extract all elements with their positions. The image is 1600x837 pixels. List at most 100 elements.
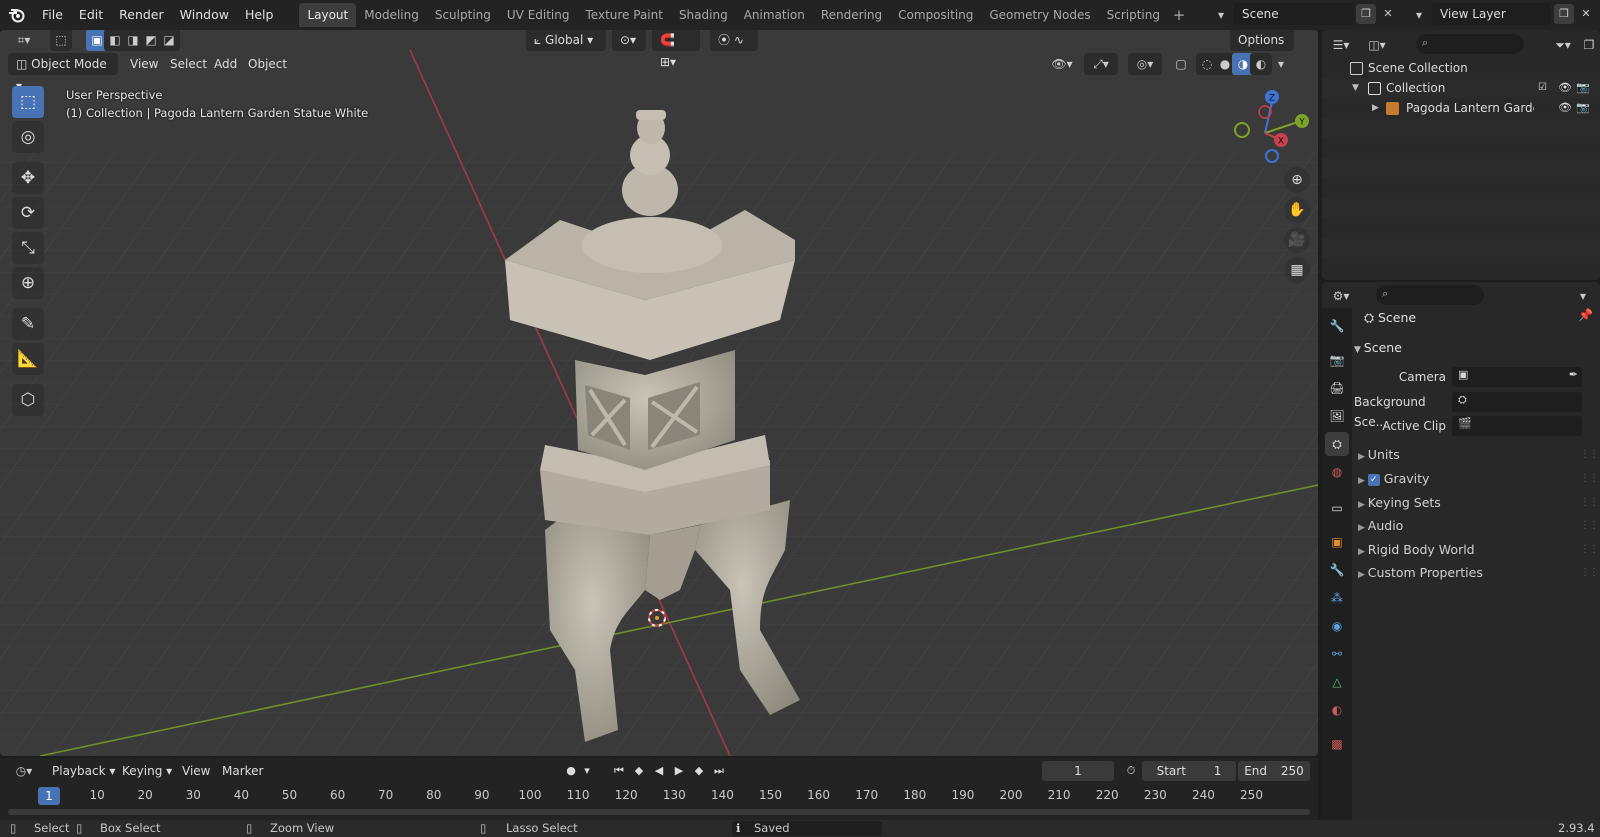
select-intersect-icon[interactable]: ◪: [158, 30, 180, 51]
delete-scene-icon[interactable]: ✕: [1378, 4, 1398, 24]
preview-range-icon[interactable]: ⏱: [1122, 762, 1140, 780]
expand-arrow-icon[interactable]: ▶: [1372, 98, 1379, 118]
transform-tool-icon[interactable]: ⊕: [12, 267, 44, 299]
tab-compositing[interactable]: Compositing: [890, 3, 981, 27]
outliner-editor-type-icon[interactable]: ☰▾: [1326, 34, 1356, 56]
particles-tab-icon[interactable]: ⁂: [1325, 586, 1349, 610]
view-layer-browse-icon[interactable]: ▾: [1404, 4, 1434, 26]
jump-end-icon[interactable]: ⏭: [710, 762, 728, 780]
cursor-tool-icon[interactable]: ◎: [12, 121, 44, 153]
menu-help[interactable]: Help: [237, 4, 282, 26]
rotate-tool-icon[interactable]: ⟳: [12, 197, 44, 229]
tab-modeling[interactable]: Modeling: [356, 3, 427, 27]
timeline-scrollbar[interactable]: [8, 809, 1310, 815]
scene-panel-header[interactable]: ▼ Scene: [1354, 338, 1402, 358]
texture-tab-icon[interactable]: ▩: [1325, 732, 1349, 756]
view-layer-selector[interactable]: View Layer: [1432, 3, 1550, 25]
add-cube-tool-icon[interactable]: ⬡: [12, 384, 44, 416]
units-panel[interactable]: ▶ Units ⋮⋮⋮: [1358, 444, 1600, 466]
camera-view-icon[interactable]: 🎥: [1284, 227, 1310, 253]
drag-handle-icon[interactable]: ⋮⋮⋮: [1580, 444, 1600, 466]
tab-layout[interactable]: Layout: [299, 3, 357, 27]
pivot-point-dropdown[interactable]: ⊙▾: [612, 30, 646, 51]
add-workspace-icon[interactable]: +: [1168, 6, 1190, 24]
exclude-checkbox-icon[interactable]: ☑: [1538, 78, 1547, 98]
end-frame-field[interactable]: End 250: [1238, 761, 1310, 781]
output-tab-icon[interactable]: 🖨: [1325, 376, 1349, 400]
menu-view[interactable]: View: [122, 53, 166, 75]
annotate-tool-icon[interactable]: ✎: [12, 308, 44, 340]
physics-tab-icon[interactable]: ◉: [1325, 614, 1349, 638]
display-mode-icon[interactable]: ◫▾: [1362, 34, 1392, 56]
keying-set-dropdown-icon[interactable]: ▾: [578, 762, 596, 780]
keying-sets-panel[interactable]: ▶ Keying Sets ⋮⋮⋮: [1358, 492, 1600, 514]
transform-orientation-dropdown[interactable]: ⟀ Global ▾: [526, 30, 606, 51]
tab-scripting[interactable]: Scripting: [1099, 3, 1168, 27]
jump-start-icon[interactable]: ⏮: [610, 762, 628, 780]
properties-options-icon[interactable]: ▾: [1572, 285, 1594, 307]
tab-sculpting[interactable]: Sculpting: [427, 3, 499, 27]
background-scene-field[interactable]: ⛭: [1452, 392, 1582, 412]
start-frame-field[interactable]: Start 1: [1142, 761, 1236, 781]
render-tab-icon[interactable]: 📷: [1325, 348, 1349, 372]
menu-object[interactable]: Object: [240, 53, 295, 75]
tab-uv-editing[interactable]: UV Editing: [499, 3, 578, 27]
visibility-eye-icon[interactable]: 👁: [1558, 78, 1572, 98]
menu-edit[interactable]: Edit: [71, 4, 111, 26]
menu-keying[interactable]: Keying ▾: [122, 761, 172, 781]
object-mode-dropdown[interactable]: ◫ Object Mode ▾: [8, 53, 118, 93]
pin-icon[interactable]: 📌: [1578, 308, 1593, 322]
snap-toggle[interactable]: 🧲 ⊞▾: [652, 30, 700, 69]
scene-browse-icon[interactable]: ▾: [1206, 4, 1236, 26]
play-reverse-icon[interactable]: ◀: [650, 762, 668, 780]
tab-texture-paint[interactable]: Texture Paint: [578, 3, 671, 27]
tab-geometry-nodes[interactable]: Geometry Nodes: [981, 3, 1098, 27]
custom-properties-panel[interactable]: ▶ Custom Properties ⋮⋮⋮: [1358, 562, 1600, 584]
data-tab-icon[interactable]: △: [1325, 670, 1349, 694]
drag-handle-icon[interactable]: ⋮⋮⋮: [1580, 492, 1600, 514]
view-layer-tab-icon[interactable]: 🖼: [1325, 404, 1349, 428]
gizmo-toggle-icon[interactable]: ⤢▾: [1084, 53, 1118, 75]
menu-timeline-view[interactable]: View: [182, 761, 210, 781]
select-cursor-icon[interactable]: ⬚: [50, 30, 72, 51]
navigation-gizmo[interactable]: Z Y X: [1225, 88, 1315, 178]
orthographic-toggle-icon[interactable]: ▦: [1284, 257, 1310, 283]
render-camera-icon[interactable]: 📷: [1576, 78, 1590, 98]
menu-marker[interactable]: Marker: [222, 761, 263, 781]
outliner-search-input[interactable]: ⌕: [1416, 34, 1524, 54]
measure-tool-icon[interactable]: 📐: [12, 343, 44, 375]
outliner-row-collection[interactable]: ▼ Collection ☑ 👁 📷: [1322, 78, 1600, 98]
new-collection-icon[interactable]: ❐: [1578, 34, 1600, 56]
properties-search-input[interactable]: ⌕: [1376, 285, 1484, 305]
scene-tab-icon[interactable]: ⛭: [1325, 432, 1349, 456]
duplicate-view-layer-icon[interactable]: ❐: [1554, 4, 1574, 24]
timeline-ruler[interactable]: 1 10 20 30 40 50 60 70 80 90 100 110 120 130 140 150 16…: [8, 785, 1310, 807]
outliner-row-object[interactable]: ▶ Pagoda Lantern Garden S 👁 📷: [1322, 98, 1600, 118]
scale-tool-icon[interactable]: ⤡: [12, 232, 44, 264]
blender-logo-icon[interactable]: [0, 0, 34, 30]
3d-viewport[interactable]: ⌗▾ ⬚ ▣ ◧ ◨ ◩ ◪ ⟀ Global ▾ ⊙▾ 🧲 ⊞▾ ⦿ ∿ Op…: [0, 30, 1318, 756]
gravity-panel[interactable]: ▶ ✓Gravity ⋮⋮⋮: [1358, 468, 1600, 490]
gravity-checkbox[interactable]: ✓: [1367, 473, 1380, 486]
collapse-arrow-icon[interactable]: ▼: [1352, 78, 1359, 98]
xray-toggle-icon[interactable]: ▢: [1170, 53, 1192, 75]
object-render-camera-icon[interactable]: 📷: [1576, 98, 1590, 118]
rigid-body-world-panel[interactable]: ▶ Rigid Body World ⋮⋮⋮: [1358, 539, 1600, 561]
current-frame-field[interactable]: 1: [1042, 761, 1114, 781]
overlay-toggle-icon[interactable]: ◎▾: [1128, 53, 1162, 75]
modifiers-tab-icon[interactable]: 🔧: [1325, 558, 1349, 582]
options-dropdown[interactable]: Options ▾: [1230, 30, 1294, 69]
object-visibility-eye-icon[interactable]: 👁: [1558, 98, 1572, 118]
prev-keyframe-icon[interactable]: ◆: [630, 762, 648, 780]
outliner-row-scene-collection[interactable]: Scene Collection: [1322, 58, 1600, 78]
menu-render[interactable]: Render: [111, 4, 172, 26]
active-clip-field[interactable]: 🎬: [1452, 416, 1582, 436]
menu-file[interactable]: File: [34, 4, 71, 26]
tool-tab-icon[interactable]: 🔧: [1325, 314, 1349, 338]
duplicate-scene-icon[interactable]: ❐: [1356, 4, 1376, 24]
drag-handle-icon[interactable]: ⋮⋮⋮: [1580, 562, 1600, 584]
pan-view-icon[interactable]: ✋: [1284, 197, 1310, 223]
eyedropper-icon[interactable]: ✒: [1569, 368, 1578, 381]
shading-options-icon[interactable]: ▾: [1270, 53, 1292, 75]
delete-view-layer-icon[interactable]: ✕: [1576, 4, 1596, 24]
